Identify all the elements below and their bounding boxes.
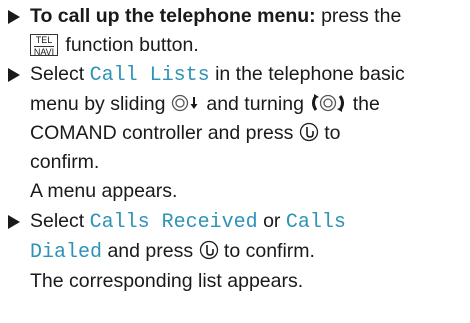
controller-turn-icon	[312, 94, 345, 113]
bullet-arrow-icon	[8, 10, 20, 24]
bullet-arrow-icon	[8, 68, 20, 82]
tel-navi-key-icon: TEL NAVI	[30, 33, 58, 56]
step-select-call-lists: Select Call Lists in the telephone basic…	[8, 60, 468, 206]
step-select-calls-received: Select Calls Received or Calls Dialed an…	[8, 207, 468, 296]
menu-item-calls-received: Calls Received	[89, 211, 258, 234]
step-call-telephone-menu: To call up the telephone menu: press the…	[8, 2, 468, 60]
step-result: The corresponding list appears.	[30, 270, 304, 292]
menu-item-calls-dialed: Calls	[285, 211, 346, 234]
step-lead: To call up the telephone menu:	[30, 5, 316, 27]
bullet-arrow-icon	[8, 215, 20, 229]
controller-slide-down-icon	[171, 95, 198, 112]
menu-item-call-lists: Call Lists	[89, 64, 210, 87]
controller-press-icon	[299, 123, 318, 142]
menu-item-calls-dialed-cont: Dialed	[30, 241, 103, 264]
step-result: A menu appears.	[30, 180, 178, 202]
manual-page: To call up the telephone menu: press the…	[0, 0, 470, 323]
controller-press-icon	[199, 241, 218, 260]
